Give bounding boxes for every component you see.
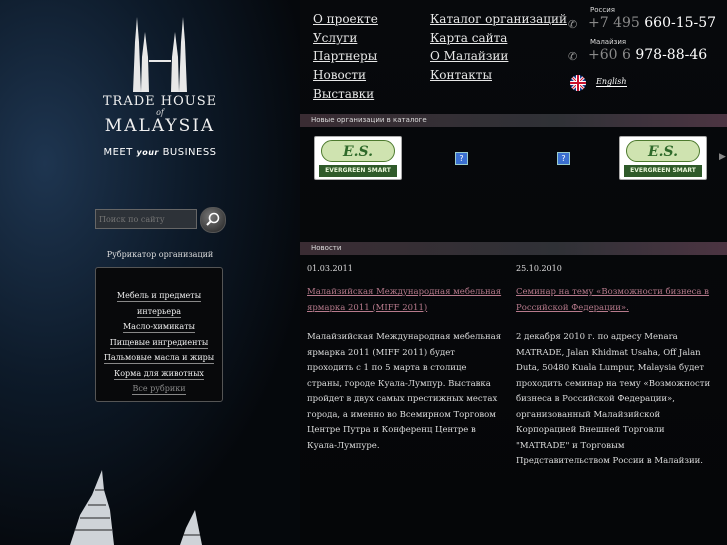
nav-link-about-malaysia[interactable]: О Малайзии — [430, 47, 567, 66]
contacts-block: ✆ Россия +7 495 660-15-57 ✆ Малайзия +60… — [568, 6, 727, 70]
main-nav-column-2: Каталог организаций Карта сайта О Малайз… — [430, 10, 567, 85]
phone-prefix: +60 6 — [588, 47, 631, 63]
rubric-item-label: Пищевые ингредиенты — [109, 337, 209, 349]
slogan-pre: MEET — [103, 147, 133, 158]
rubric-item-label: Корма для животных — [114, 368, 204, 380]
nav-link-partners[interactable]: Партнеры — [313, 47, 378, 66]
search-button[interactable] — [200, 207, 226, 233]
all-rubrics-link[interactable]: Все рубрики — [96, 381, 222, 397]
nav-link-services[interactable]: Услуги — [313, 29, 378, 48]
lang-english-link[interactable]: English — [596, 77, 627, 87]
news-body: 2 декабря 2010 г. по адресу Menara MATRA… — [516, 332, 711, 466]
phone-number: 660-15-57 — [644, 15, 717, 31]
rubric-item[interactable]: Пальмовые масла и жиры — [96, 350, 222, 366]
rubric-item[interactable]: Масло-химикаты — [96, 319, 222, 335]
petronas-towers-icon — [133, 17, 187, 92]
news-date: 01.03.2011 — [307, 264, 353, 273]
phone-icon: ✆ — [568, 18, 578, 31]
org-logo-es: E.S. — [626, 140, 700, 162]
contact-malaysia: ✆ Малайзия +60 6 978-88-46 — [568, 38, 727, 70]
org-logo-name: EVERGREEN SMART — [624, 165, 702, 177]
rubricator-list: Мебель и предметы интерьера Масло-химика… — [95, 267, 223, 402]
news-title-link[interactable]: Малайзийская Международная мебельная ярм… — [307, 285, 502, 316]
missing-image-icon[interactable]: ? — [455, 152, 468, 165]
contact-country: Малайзия — [590, 38, 627, 46]
nav-link-sitemap[interactable]: Карта сайта — [430, 29, 567, 48]
slogan-post: BUSINESS — [162, 147, 217, 158]
rubric-item[interactable]: Мебель и предметы интерьера — [96, 288, 222, 319]
contact-russia: ✆ Россия +7 495 660-15-57 — [568, 6, 727, 38]
slogan-mid: your — [136, 148, 159, 157]
contact-country: Россия — [590, 6, 615, 14]
rubric-item-label: Мебель и предметы интерьера — [116, 291, 202, 318]
org-logo-name: EVERGREEN SMART — [319, 165, 397, 177]
news-item: 25.10.2010 Семинар на тему «Возможности … — [516, 264, 711, 470]
phone-prefix: +7 495 — [588, 15, 640, 31]
contact-phone: +7 495 660-15-57 — [588, 15, 716, 31]
news-item: 01.03.2011 Малайзийская Международная ме… — [307, 264, 502, 454]
news-date: 25.10.2010 — [516, 264, 562, 273]
missing-image-icon[interactable]: ? — [557, 152, 570, 165]
rubric-item-label: Масло-химикаты — [122, 322, 195, 333]
rubric-item[interactable]: Корма для животных — [96, 366, 222, 382]
uk-flag-icon — [570, 75, 586, 91]
logo-text-line1: TRADE HOUSE — [102, 94, 218, 109]
nav-link-catalog[interactable]: Каталог организаций — [430, 10, 567, 29]
search-box — [95, 207, 226, 233]
phone-number: 978-88-46 — [635, 47, 708, 63]
nav-link-news[interactable]: Новости — [313, 66, 378, 85]
contact-phone: +60 6 978-88-46 — [588, 47, 707, 63]
phone-icon: ✆ — [568, 50, 578, 63]
news-title-link[interactable]: Семинар на тему «Возможности бизнеса в Р… — [516, 285, 711, 316]
nav-link-about[interactable]: О проекте — [313, 10, 378, 29]
rubric-item[interactable]: Пищевые ингредиенты — [96, 335, 222, 351]
site-logo[interactable]: TRADE HOUSE of MALAYSIA MEET your BUSINE… — [95, 12, 225, 158]
logo-text-line2: MALAYSIA — [104, 116, 216, 136]
main-nav-column-1: О проекте Услуги Партнеры Новости Выстав… — [313, 10, 378, 104]
org-logo-es: E.S. — [321, 140, 395, 162]
news-header: Новости — [300, 242, 727, 255]
org-logo-card[interactable]: E.S. EVERGREEN SMART — [619, 136, 707, 180]
towers-illustration — [70, 470, 202, 545]
rubricator-title: Рубрикатор организаций — [106, 250, 214, 259]
nav-link-exhibitions[interactable]: Выставки — [313, 85, 378, 104]
magnifier-icon — [206, 212, 220, 226]
news-body: Малайзийская Международная мебельная ярм… — [307, 332, 502, 451]
carousel-next-arrow-icon[interactable]: ▶ — [719, 152, 726, 162]
nav-link-contacts[interactable]: Контакты — [430, 66, 567, 85]
org-logo-card[interactable]: E.S. EVERGREEN SMART — [314, 136, 402, 180]
all-rubrics-label: Все рубрики — [132, 384, 186, 395]
catalog-header: Новые организации в каталоге — [300, 114, 727, 127]
search-input[interactable] — [95, 209, 197, 229]
rubric-item-label: Пальмовые масла и жиры — [103, 353, 215, 364]
slogan: MEET your BUSINESS — [95, 147, 225, 158]
